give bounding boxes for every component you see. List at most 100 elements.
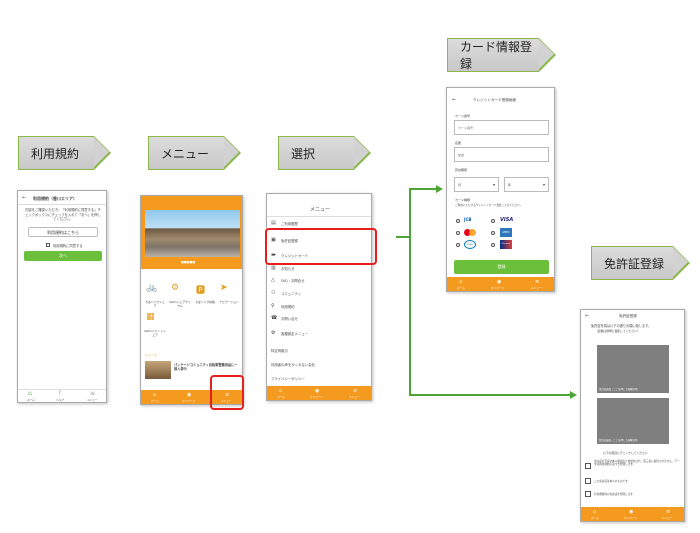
phone-icon: ☎ xyxy=(271,315,278,321)
navigation-icon[interactable]: ➤ xyxy=(220,283,228,293)
license-back-image[interactable]: 免許証裏面（ここを押して画像添付） xyxy=(597,398,669,444)
cycle-icon[interactable]: ⚙ xyxy=(171,283,179,293)
agree-checkbox[interactable] xyxy=(46,243,50,247)
select-item-6[interactable]: コミュニティ xyxy=(281,291,301,296)
menu-item-5[interactable]: OpEnイベントシェア xyxy=(144,329,166,337)
nav-mypage-label: マイページ xyxy=(624,517,637,520)
nav-menu-label: メニュー xyxy=(87,399,98,402)
diners-logo: Diners xyxy=(464,240,476,249)
back-arrow-icon[interactable]: ← xyxy=(452,97,456,103)
mastercard-logo xyxy=(464,229,476,236)
radio-visa[interactable] xyxy=(491,219,495,223)
check-terms[interactable] xyxy=(585,463,591,469)
brands-label: カード種類 xyxy=(455,198,471,202)
select-item-4[interactable]: お知らせ xyxy=(281,266,295,271)
nav-home-label: ホーム xyxy=(277,396,285,399)
card-number-input[interactable]: カード番号 xyxy=(454,120,549,135)
nav-mypage-icon[interactable]: ◉ xyxy=(315,388,319,394)
station-photo[interactable] xyxy=(145,210,240,257)
agree-label: 利用規約に同意する xyxy=(53,244,83,248)
nav-home-label: ホーム xyxy=(151,400,159,403)
license-notice: 以下の項目にチェックしてください xyxy=(603,451,648,455)
license-title: 免許証登録 xyxy=(619,314,637,318)
notice-icon: ▥ xyxy=(271,265,276,271)
bike-share-icon[interactable]: 🚲 xyxy=(146,283,157,293)
select-item-8[interactable]: お問い合せ xyxy=(281,316,298,321)
nav-home-label: ホーム xyxy=(27,399,35,402)
back-arrow-icon[interactable]: ← xyxy=(585,313,589,319)
menu-item-4[interactable]: ナビゲーション xyxy=(218,300,240,304)
nav-menu-label: メニュー xyxy=(349,396,360,399)
nav-mypage-icon[interactable]: ◉ xyxy=(629,509,633,515)
submit-button[interactable]: 登録 xyxy=(454,260,549,274)
select-item-7[interactable]: 利用規約 xyxy=(281,304,295,309)
nav-home-icon[interactable]: ⌂ xyxy=(279,388,282,394)
connector-to-card xyxy=(409,188,439,190)
visa-logo: VISA xyxy=(500,217,514,223)
terms-title: 利用規約（香川エリア） xyxy=(33,196,77,201)
help-icon[interactable]: ? xyxy=(58,390,61,397)
select-item-10[interactable]: 特定商取引 xyxy=(271,348,288,353)
nav-mypage-label: マイページ xyxy=(310,396,323,399)
home-icon[interactable]: ⌂ xyxy=(28,390,32,397)
radio-diners[interactable] xyxy=(456,243,460,247)
select-item-12[interactable]: プライバシーポリシー xyxy=(271,376,305,381)
menu-item-1[interactable]: ちばバイクシェア xyxy=(144,300,166,308)
parking-icon[interactable]: 🅿 xyxy=(196,283,205,296)
check-own[interactable] xyxy=(585,478,591,484)
nav-home-label: ホーム xyxy=(457,287,465,290)
nav-home-icon[interactable]: ⌂ xyxy=(459,279,462,285)
select-item-5[interactable]: FAQ・お問合せ xyxy=(281,278,305,283)
expiry-label: 有効期限 xyxy=(455,168,468,172)
license-instruction: 免許証写真は以下の通りお願い致します。 xyxy=(591,324,652,328)
nav-menu-icon[interactable]: ≡ xyxy=(353,388,357,394)
nav-mypage-label: マイページ xyxy=(491,287,504,290)
news-header: ニュース xyxy=(145,353,157,357)
year-select[interactable]: 年 ▾ xyxy=(504,177,549,192)
select-item-1[interactable]: ご利用履歴 xyxy=(281,221,298,226)
arrow-head-card xyxy=(436,184,443,193)
step-label-license: 免許証登録 xyxy=(591,245,690,280)
nav-menu-label: メニュー xyxy=(531,287,542,290)
news-text[interactable]: パッケージコミュニティ自転車整備用品に一部入荷中 xyxy=(174,363,240,371)
menu-icon[interactable]: ≡ xyxy=(90,390,95,397)
card-title: クレジットカード登録画面 xyxy=(473,98,517,102)
nav-home-icon[interactable]: ⌂ xyxy=(153,392,156,398)
check-own-label: この免許証は本人のものです xyxy=(594,480,628,483)
bell-icon: △ xyxy=(271,277,275,283)
radio-amex[interactable] xyxy=(491,231,495,235)
menu-item-2[interactable]: OpEnシェアサイクル xyxy=(169,300,191,308)
chevron-down-icon: ▾ xyxy=(492,182,495,187)
step-label-menu: メニュー xyxy=(148,135,241,170)
back-arrow-icon[interactable]: ← xyxy=(22,195,26,201)
nav-home-label: ホーム xyxy=(591,517,599,520)
nav-menu-icon[interactable]: ≡ xyxy=(666,509,670,515)
radio-discover[interactable] xyxy=(491,243,495,247)
menu-screen: ■■■■■ 🚲 ⚙ 🅿 ➤ ▦ ちばバイクシェア OpEnシェアサイクル ちばバ… xyxy=(140,195,243,405)
radio-mastercard[interactable] xyxy=(456,231,460,235)
license-sub-instruction: （画像は鮮明に撮影してください） xyxy=(595,329,640,333)
news-thumbnail[interactable] xyxy=(145,361,171,379)
terms-screen: ← 利用規約（香川エリア） 内容をご確認いただき、「利用規約に同意する」チェック… xyxy=(17,190,107,403)
selection-highlight xyxy=(265,228,377,265)
name-input[interactable]: なお xyxy=(454,147,549,162)
history-icon: ▤ xyxy=(271,220,276,226)
nav-mypage-icon[interactable]: ◉ xyxy=(187,392,191,398)
radio-jcb[interactable] xyxy=(456,219,460,223)
rules-icon: ⚲ xyxy=(271,303,275,309)
month-select[interactable]: 月 ▾ xyxy=(454,177,499,192)
nav-menu-icon[interactable]: ≡ xyxy=(535,279,539,285)
select-item-11[interactable]: 利用者の声をかくれない会社 xyxy=(271,362,315,367)
view-terms-button[interactable]: 利用規約はこちら xyxy=(28,227,98,237)
nav-menu-label: メニュー xyxy=(662,517,673,520)
brands-note: ご利用いただけるクレジットカード会社ご入力ください。 xyxy=(455,204,523,207)
calendar-icon[interactable]: ▦ xyxy=(146,312,155,322)
menu-item-3[interactable]: ちばバイク駐輪 xyxy=(194,300,216,304)
select-item-9[interactable]: 各種設定メニュー xyxy=(281,331,308,336)
nav-home-icon[interactable]: ⌂ xyxy=(593,509,596,515)
next-button[interactable]: 次へ xyxy=(24,251,102,261)
license-front-image[interactable]: 免許証表面（ここを押して画像添付） xyxy=(597,345,669,393)
nav-mypage-icon[interactable]: ◉ xyxy=(497,279,501,285)
check-valid[interactable] xyxy=(585,491,591,497)
settings-icon: ⚙ xyxy=(271,330,276,336)
